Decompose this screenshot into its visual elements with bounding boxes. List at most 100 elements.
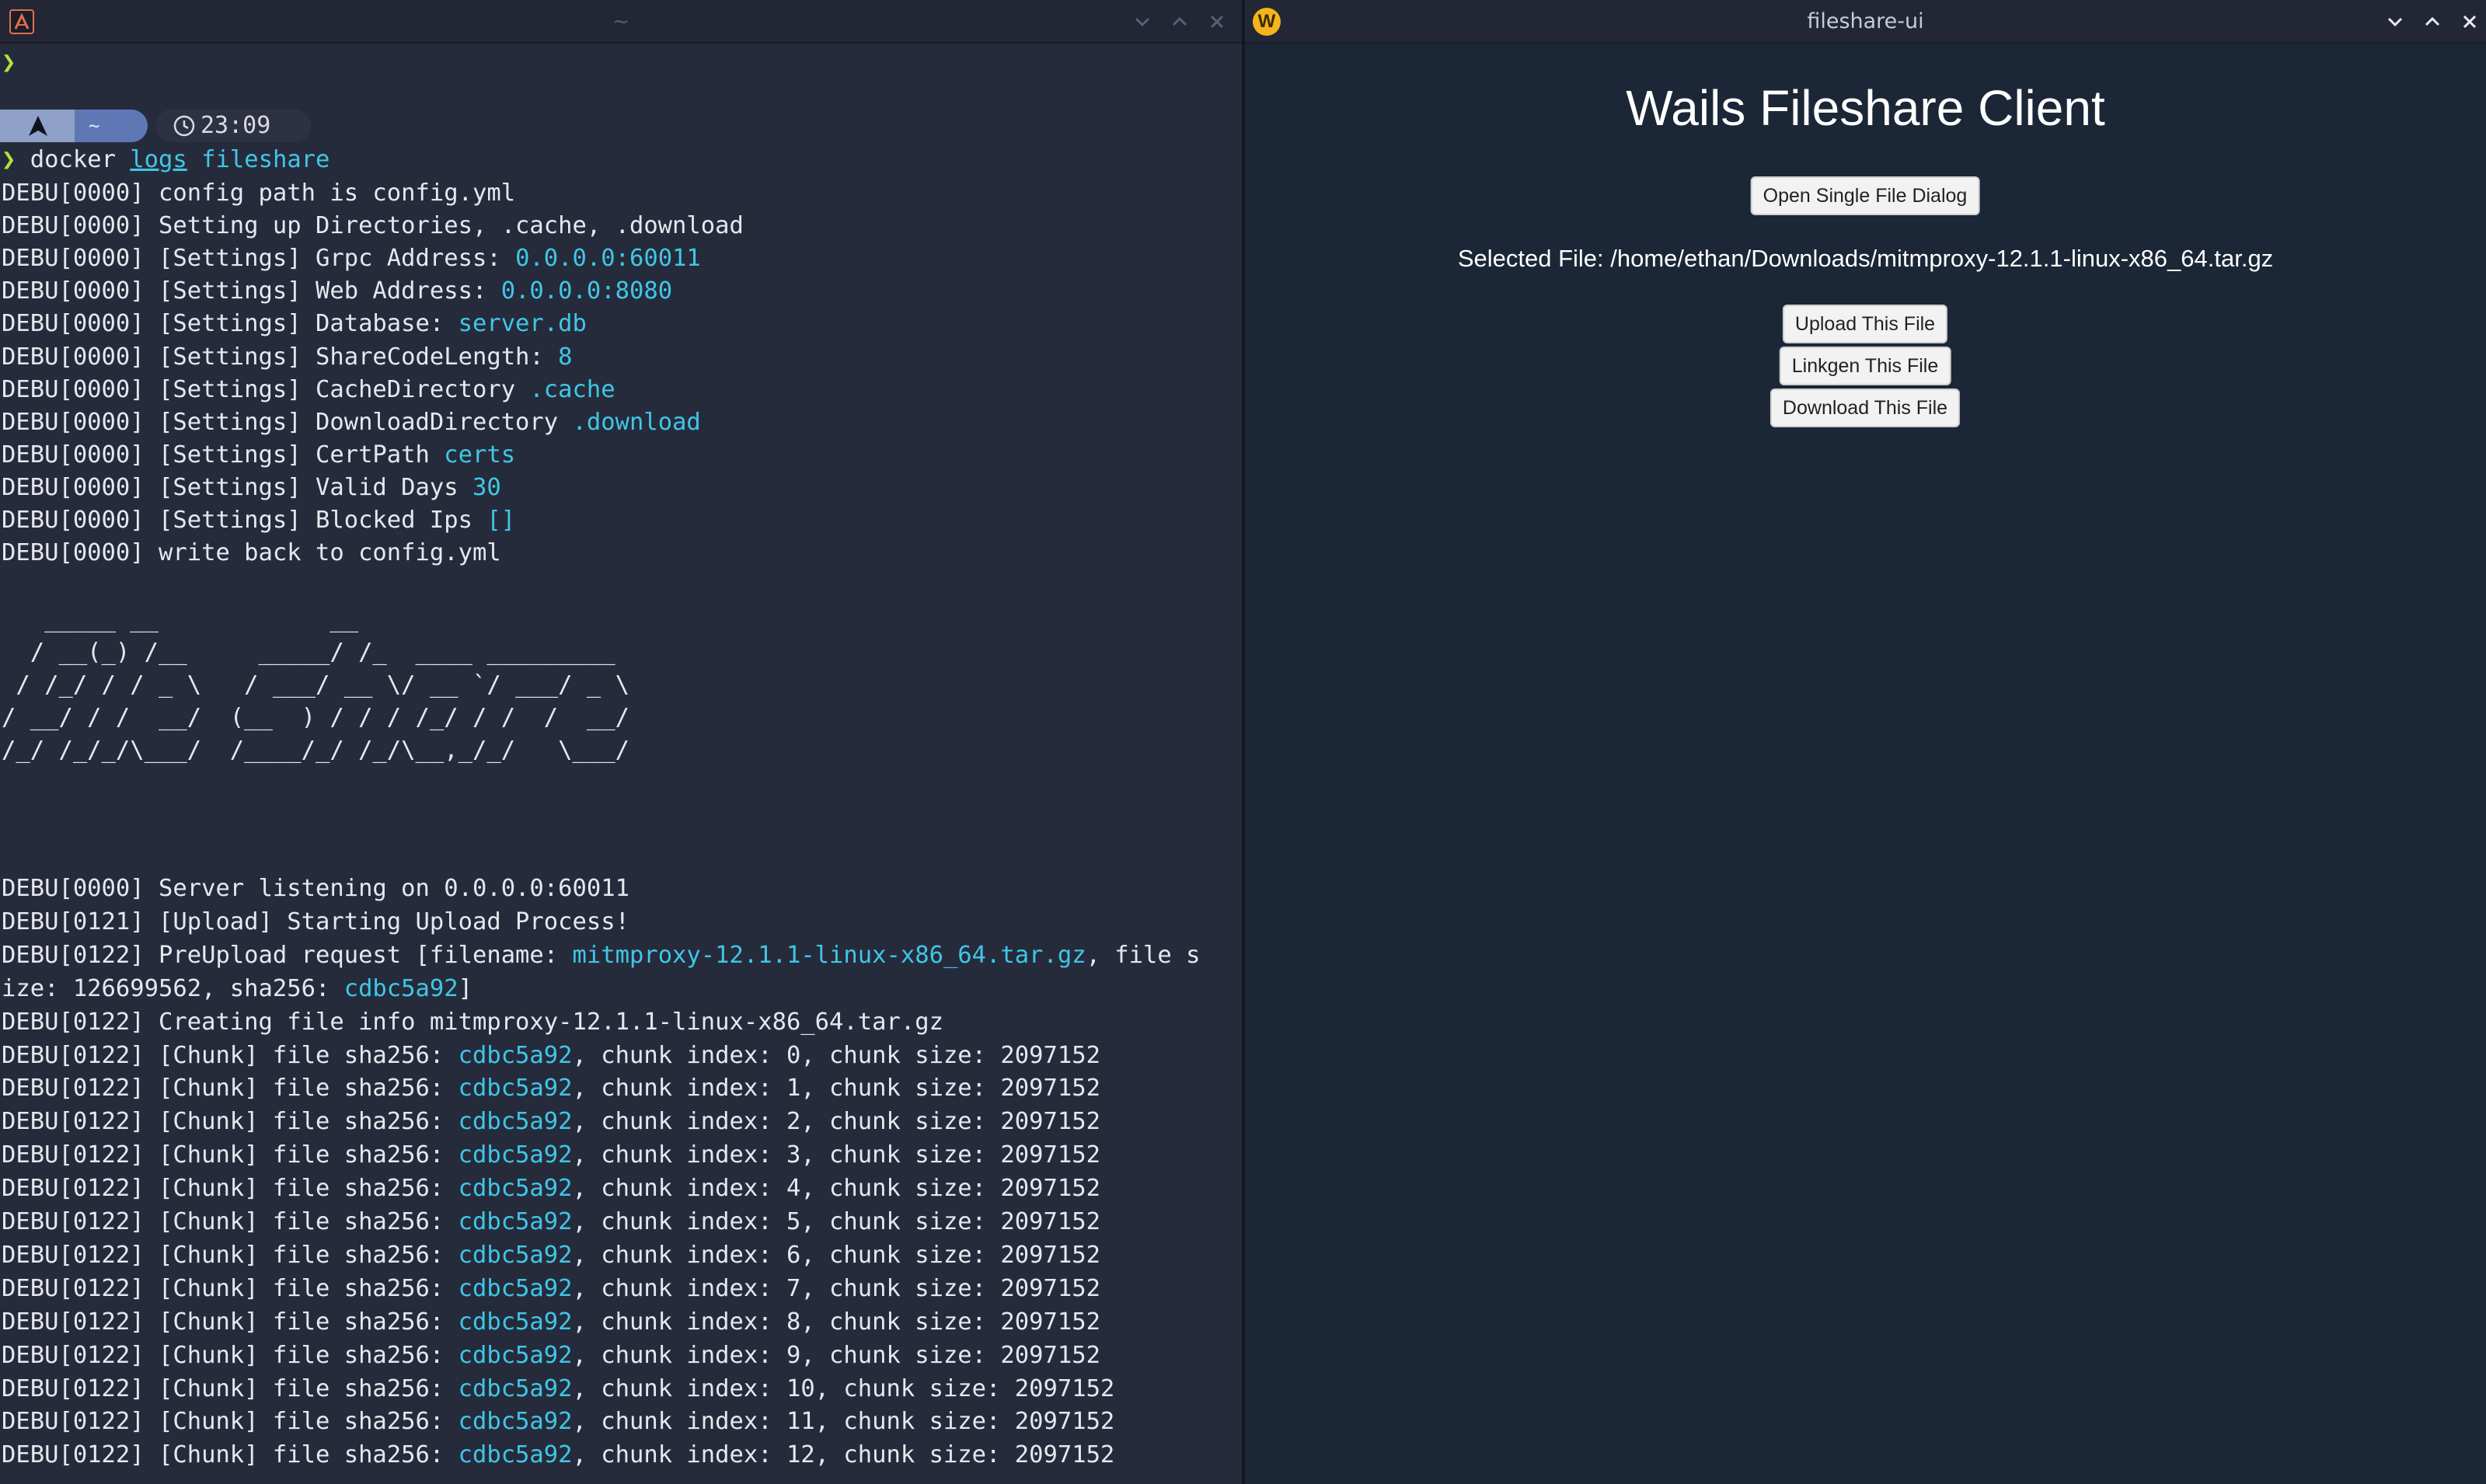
command-arg-logs: logs (130, 146, 187, 173)
log-highlight: mitmproxy-12.1.1-linux-x86_64.tar.gz (572, 941, 1086, 969)
log-text: DEBU[0122] [Chunk] file sha256: (2, 1308, 458, 1336)
log-highlight: cdbc5a92 (458, 1175, 573, 1203)
log-line: DEBU[0122] [Chunk] file sha256: cdbc5a92… (2, 1305, 1100, 1339)
prompt-dir-segment: ~ (75, 110, 148, 142)
log-highlight: cdbc5a92 (458, 1308, 573, 1336)
log-text: DEBU[0122] [Chunk] file sha256: (2, 1041, 458, 1069)
log-line: DEBU[0000] Server listening on 0.0.0.0:6… (2, 872, 629, 905)
terminal-window-title: ~ (612, 10, 629, 33)
log-line: DEBU[0000] write back to config.yml (2, 536, 501, 570)
log-line: DEBU[0122] [Chunk] file sha256: cdbc5a92… (2, 1039, 1100, 1072)
prompt-time-segment: 23:09 (155, 110, 311, 142)
command-line: ❯ docker logs fileshare (2, 143, 329, 176)
log-highlight: cdbc5a92 (458, 1041, 573, 1069)
log-text: DEBU[0122] [Chunk] file sha256: (2, 1408, 458, 1436)
log-text: DEBU[0000] [Settings] Grpc Address: (2, 245, 516, 273)
prompt-os-segment (0, 110, 75, 142)
log-highlight: cdbc5a92 (343, 974, 458, 1002)
log-text: DEBU[0000] [Settings] ShareCodeLength: (2, 343, 559, 371)
log-text: DEBU[0122] [Chunk] file sha256: (2, 1108, 458, 1136)
fileshare-ui-window[interactable]: W fileshare-ui Wails Fileshare Client Op… (1245, 0, 2486, 1484)
app-titlebar[interactable]: W fileshare-ui (1245, 0, 2486, 44)
log-text: , chunk index: 3, chunk size: 2097152 (572, 1141, 1100, 1169)
log-line: DEBU[0122] [Chunk] file sha256: cdbc5a92… (2, 1438, 1114, 1472)
log-text: DEBU[0000] [Settings] Web Address: (2, 277, 501, 305)
log-line: DEBU[0122] PreUpload request [filename: … (2, 939, 1200, 972)
log-text: DEBU[0122] [Chunk] file sha256: (2, 1075, 458, 1103)
log-text: DEBU[0000] [Settings] Blocked Ips (2, 507, 487, 534)
terminal-output[interactable]: ❯ ~ 23:09 ❯ docker logs fileshare DEBU[0… (0, 44, 1242, 1484)
log-line: DEBU[0122] [Chunk] file sha256: cdbc5a92… (2, 1405, 1114, 1438)
log-text: DEBU[0000] [Settings] Valid Days (2, 473, 472, 501)
log-text: , chunk index: 7, chunk size: 2097152 (572, 1274, 1100, 1302)
log-highlight: cdbc5a92 (458, 1274, 573, 1302)
maximize-icon[interactable] (1166, 8, 1194, 36)
desktop: ~ ❯ ~ 23:09 ❯ docker logs fileshare DEBU… (0, 0, 2486, 1484)
prompt-time: 23:09 (200, 112, 271, 139)
log-line: DEBU[0000] [Settings] Database: server.d… (2, 307, 587, 340)
log-line: ize: 126699562, sha256: cdbc5a92] (2, 972, 472, 1005)
log-line: DEBU[0000] [Settings] ShareCodeLength: 8 (2, 340, 573, 374)
ascii-art-row: / /_/ / / _ \ / ___/ __ \/ __ `/ ___/ _ … (2, 671, 629, 698)
page-title: Wails Fileshare Client (1626, 80, 2105, 136)
log-text: ] (458, 974, 472, 1002)
log-text: DEBU[0122] [Chunk] file sha256: (2, 1208, 458, 1235)
log-line: DEBU[0122] [Chunk] file sha256: cdbc5a92… (2, 1105, 1100, 1138)
ascii-art-row: _____ __ __ (2, 606, 359, 633)
log-line: DEBU[0000] Setting up Directories, .cach… (2, 209, 744, 242)
log-highlight: cdbc5a92 (458, 1075, 573, 1103)
close-icon[interactable] (2456, 8, 2484, 36)
log-text: DEBU[0122] [Chunk] file sha256: (2, 1141, 458, 1169)
ascii-art-row: / __/ / / __/ (__ ) / / / /_/ / / / __/ (2, 704, 629, 731)
log-text: DEBU[0122] [Chunk] file sha256: (2, 1274, 458, 1302)
log-highlight: cdbc5a92 (458, 1374, 573, 1402)
log-highlight: 0.0.0.0:60011 (515, 245, 701, 273)
minimize-icon[interactable] (2381, 8, 2409, 36)
log-highlight: 30 (472, 473, 501, 501)
log-text: , chunk index: 11, chunk size: 2097152 (572, 1408, 1115, 1436)
log-text: DEBU[0000] write back to config.yml (2, 539, 501, 567)
selected-file-label: Selected File: /home/ethan/Downloads/mit… (1457, 245, 2274, 272)
log-text: DEBU[0000] [Settings] CertPath (2, 441, 445, 469)
log-line: DEBU[0122] [Chunk] file sha256: cdbc5a92… (2, 1238, 1100, 1272)
command-arg-container: fileshare (201, 146, 330, 173)
log-text: DEBU[0000] [Settings] Database: (2, 310, 458, 338)
log-line: DEBU[0000] [Settings] Blocked Ips [] (2, 503, 515, 537)
app-window-controls (2381, 0, 2484, 44)
log-line: DEBU[0122] [Chunk] file sha256: cdbc5a92… (2, 1372, 1114, 1406)
app-window-title: fileshare-ui (1807, 9, 1924, 33)
terminal-window[interactable]: ~ ❯ ~ 23:09 ❯ docker logs fileshare DEBU… (0, 0, 1242, 1484)
ascii-art-row: /_/ /_/_/\___/ /____/_/ /_/\__,_/_/ \___… (2, 737, 629, 764)
log-text: DEBU[0122] [Chunk] file sha256: (2, 1241, 458, 1269)
log-highlight: cdbc5a92 (458, 1108, 573, 1136)
log-text: , chunk index: 8, chunk size: 2097152 (572, 1308, 1100, 1336)
close-icon[interactable] (1203, 8, 1231, 36)
maximize-icon[interactable] (2418, 8, 2446, 36)
log-text: DEBU[0122] [Chunk] file sha256: (2, 1374, 458, 1402)
log-highlight: cdbc5a92 (458, 1341, 573, 1369)
log-text: DEBU[0122] [Chunk] file sha256: (2, 1441, 458, 1469)
terminal-window-controls (1128, 0, 1231, 44)
log-line: DEBU[0122] [Chunk] file sha256: cdbc5a92… (2, 1339, 1100, 1372)
shell-prompt-bar: ~ 23:09 (0, 110, 311, 142)
log-line: DEBU[0122] [Chunk] file sha256: cdbc5a92… (2, 1272, 1100, 1305)
log-line: DEBU[0000] [Settings] Web Address: 0.0.0… (2, 274, 672, 308)
log-text: , chunk index: 12, chunk size: 2097152 (572, 1441, 1115, 1469)
ascii-art-row: / __(_) /__ _____/ /_ ____ _________ (2, 639, 615, 666)
app-content: Wails Fileshare Client Open Single File … (1245, 44, 2486, 1484)
log-text: DEBU[0121] [Upload] Starting Upload Proc… (2, 907, 629, 935)
log-text: , chunk index: 2, chunk size: 2097152 (572, 1108, 1100, 1136)
upload-file-button[interactable]: Upload This File (1782, 305, 1948, 343)
terminal-titlebar[interactable]: ~ (0, 0, 1242, 44)
minimize-icon[interactable] (1128, 8, 1156, 36)
download-file-button[interactable]: Download This File (1769, 388, 1961, 427)
open-file-dialog-button[interactable]: Open Single File Dialog (1750, 176, 1980, 215)
log-text: , chunk index: 10, chunk size: 2097152 (572, 1374, 1115, 1402)
log-line: DEBU[0000] [Settings] CacheDirectory .ca… (2, 373, 615, 406)
linkgen-file-button[interactable]: Linkgen This File (1779, 347, 1951, 385)
log-text: DEBU[0122] [Chunk] file sha256: (2, 1175, 458, 1203)
log-highlight: [] (486, 507, 516, 534)
log-line: DEBU[0122] [Chunk] file sha256: cdbc5a92… (2, 1172, 1100, 1205)
arch-logo-icon (29, 116, 47, 136)
log-text: , chunk index: 0, chunk size: 2097152 (572, 1041, 1100, 1069)
